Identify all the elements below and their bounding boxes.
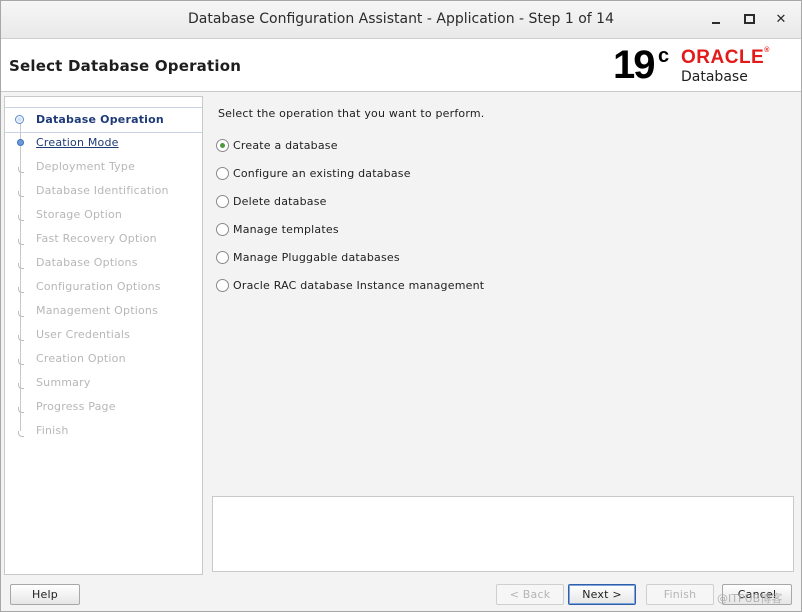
dbca-window: Database Configuration Assistant - Appli… [0,0,802,612]
option-delete-database[interactable]: Delete database [216,193,327,209]
step-label: Creation Option [36,352,126,365]
step-label: Creation Mode [36,136,119,149]
step-label: Database Identification [36,184,169,197]
option-manage-templates[interactable]: Manage templates [216,221,339,237]
current-step-icon [15,115,24,124]
step-icon [18,239,24,245]
option-manage-pluggable-databases[interactable]: Manage Pluggable databases [216,249,400,265]
page-header: Select Database Operation 19 c ORACLE® D… [1,39,801,92]
option-label: Oracle RAC database Instance management [233,278,485,292]
step-label: Database Options [36,256,138,269]
option-label: Delete database [233,194,327,208]
sidebar-step-database-operation[interactable]: Database Operation [5,107,202,133]
step-icon [18,383,24,389]
next-button[interactable]: Next > [568,584,636,605]
radio-icon[interactable] [216,222,229,236]
step-label: Fast Recovery Option [36,232,157,245]
option-label: Configure an existing database [233,166,411,180]
step-icon [18,407,24,413]
step-label: Summary [36,376,91,389]
sidebar-step-summary: Summary [5,371,202,395]
sidebar-step-database-options: Database Options [5,251,202,275]
sidebar-step-finish: Finish [5,419,202,443]
close-icon: ✕ [775,11,787,27]
watermark-text: @ITPUB博客 [717,592,783,605]
option-configure-existing-database[interactable]: Configure an existing database [216,165,411,181]
maximize-button[interactable] [740,10,758,28]
step-label: Management Options [36,304,159,317]
option-label: Manage templates [233,222,339,236]
step-navigation: Database Operation Creation Mode Deploym… [4,96,203,575]
back-button[interactable]: < Back [496,584,564,605]
option-label: Create a database [233,138,338,152]
radio-icon[interactable] [216,278,229,292]
minimize-button[interactable] [707,10,725,28]
radio-icon[interactable] [216,250,229,264]
step-icon [18,263,24,269]
step-label: Deployment Type [36,160,136,173]
help-button[interactable]: Help [10,584,80,605]
page-title: Select Database Operation [9,57,242,75]
radio-icon[interactable] [216,194,229,208]
option-label: Manage Pluggable databases [233,250,400,264]
close-button[interactable]: ✕ [772,10,790,28]
main-panel: Select the operation that you want to pe… [206,96,798,573]
step-label: Finish [36,424,69,437]
oracle-logo: 19 c ORACLE® Database [613,43,793,87]
sidebar-step-database-identification: Database Identification [5,179,202,203]
sidebar-step-storage-option: Storage Option [5,203,202,227]
sidebar-step-deployment-type: Deployment Type [5,155,202,179]
sidebar-step-fast-recovery-option: Fast Recovery Option [5,227,202,251]
sidebar-step-configuration-options: Configuration Options [5,275,202,299]
step-icon [18,431,24,437]
logo-brand-text: ORACLE [681,47,765,68]
sidebar-step-management-options: Management Options [5,299,202,323]
step-label: User Credentials [36,328,131,341]
step-label: Progress Page [36,400,116,413]
option-create-database[interactable]: Create a database [216,137,338,153]
logo-version-sup: c [658,45,670,67]
step-icon [18,287,24,293]
registered-mark-icon: ® [764,47,770,54]
maximize-icon [743,14,755,24]
step-icon [18,191,24,197]
sidebar-step-creation-option: Creation Option [5,347,202,371]
next-step-icon [17,139,24,146]
finish-button[interactable]: Finish [646,584,714,605]
title-bar: Database Configuration Assistant - Appli… [1,1,801,39]
step-rail [20,419,21,431]
step-label: Database Operation [36,113,164,126]
radio-checked-icon[interactable] [216,138,229,152]
window-title: Database Configuration Assistant - Appli… [188,11,614,27]
operation-prompt: Select the operation that you want to pe… [218,107,485,120]
step-label: Configuration Options [36,280,161,293]
logo-brand: ORACLE® [681,47,770,69]
minimize-icon [712,22,720,24]
option-rac-instance-management[interactable]: Oracle RAC database Instance management [216,277,484,293]
step-icon [18,215,24,221]
sidebar-step-user-credentials: User Credentials [5,323,202,347]
step-icon [18,311,24,317]
sidebar-step-progress-page: Progress Page [5,395,202,419]
logo-product: Database [681,69,748,85]
step-icon [18,335,24,341]
step-icon [18,167,24,173]
step-label: Storage Option [36,208,123,221]
logo-version: 19 [613,43,655,87]
radio-icon[interactable] [216,166,229,180]
message-pane [212,496,794,572]
step-icon [18,359,24,365]
sidebar-step-creation-mode[interactable]: Creation Mode [5,131,202,155]
